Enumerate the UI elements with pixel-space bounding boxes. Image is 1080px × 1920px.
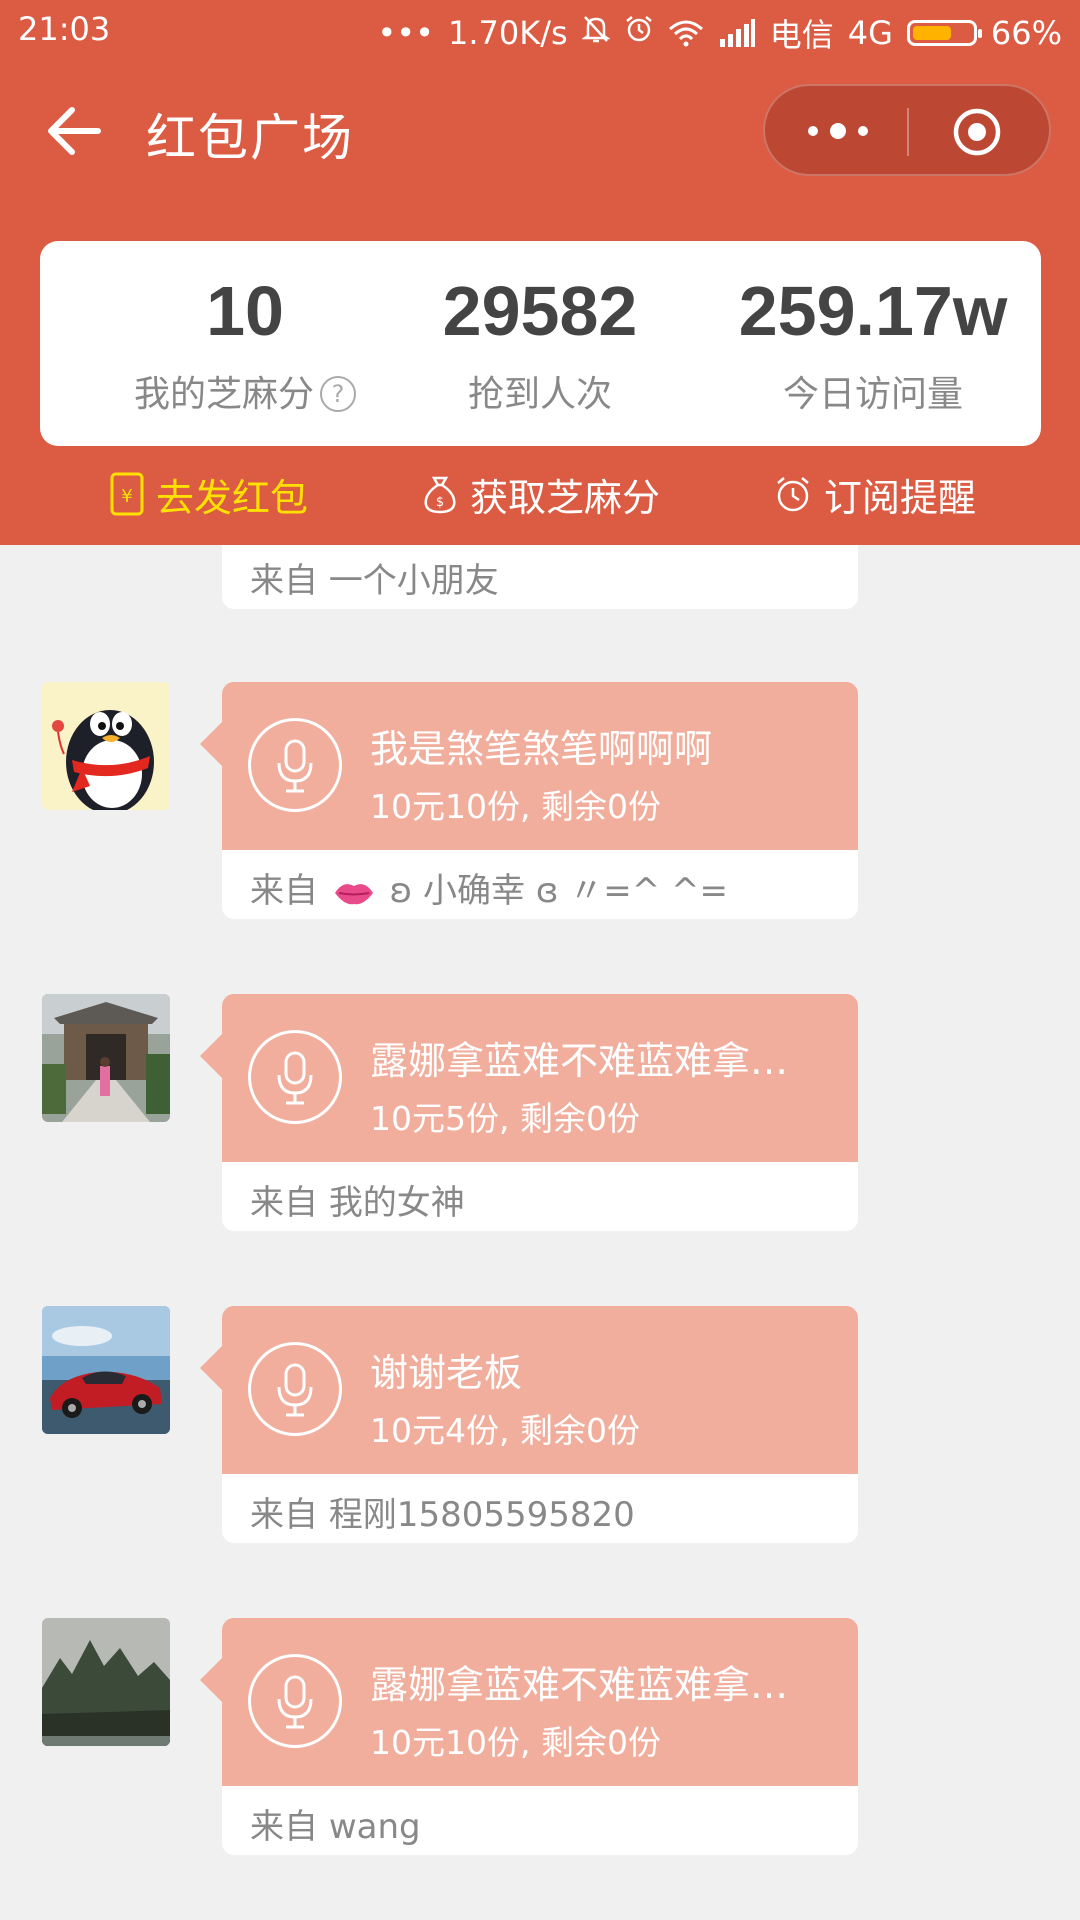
- stat-sesame-score[interactable]: 10 我的芝麻分?: [80, 271, 410, 417]
- mute-bell-icon: [580, 14, 611, 52]
- action-label: 获取芝麻分: [470, 475, 661, 520]
- more-icon[interactable]: [803, 116, 873, 146]
- card-arrow: [200, 722, 222, 766]
- card-from: 来自 ʚ 小确幸 ɞ 〃=^ ^=: [250, 863, 728, 912]
- card-arrow: [200, 1346, 222, 1390]
- card-title: 露娜拿蓝难不难蓝难拿…: [370, 1663, 789, 1707]
- stat-label: 我的芝麻分?: [80, 365, 410, 417]
- stats-card: 10 我的芝麻分? 29582 抢到人次 259.17w 今日访问量: [40, 241, 1041, 446]
- microphone-icon: [248, 718, 342, 812]
- list-item: 我是煞笔煞笔啊啊啊 10元10份, 剩余0份 来自 ʚ 小确幸 ɞ 〃=^ ^=: [0, 682, 1080, 922]
- stat-value: 29582: [442, 272, 638, 350]
- stat-value: 259.17w: [738, 272, 1008, 350]
- card-from: 来自 一个小朋友: [250, 561, 499, 601]
- from-name: 我的女神: [328, 1183, 465, 1223]
- list-item: 谢谢老板 10元4份, 剩余0份 来自 程刚15805595820: [0, 1306, 1080, 1546]
- card-top: 谢谢老板 10元4份, 剩余0份: [222, 1306, 858, 1474]
- from-prefix: 来自: [250, 871, 318, 911]
- card-bottom: 来自 ʚ 小确幸 ɞ 〃=^ ^=: [222, 850, 858, 919]
- microphone-icon: [248, 1342, 342, 1436]
- send-red-packet-button[interactable]: ¥ 去发红包: [110, 466, 308, 522]
- card-subtitle: 10元4份, 剩余0份: [370, 1411, 640, 1450]
- microphone-icon: [248, 1030, 342, 1124]
- status-dots: •••: [377, 14, 435, 52]
- from-name: 程刚15805595820: [328, 1495, 635, 1535]
- card-bottom: 来自 wang: [222, 1786, 858, 1855]
- stat-label-text: 我的芝麻分: [133, 374, 314, 415]
- alarm-icon: [624, 14, 654, 52]
- card-subtitle: 10元10份, 剩余0份: [370, 787, 661, 826]
- card-title: 我是煞笔煞笔啊啊啊: [370, 727, 713, 771]
- help-icon[interactable]: ?: [320, 376, 356, 412]
- alarm-clock-icon: [777, 477, 809, 512]
- capsule-divider: [907, 108, 909, 156]
- svg-text:¥: ¥: [121, 486, 132, 507]
- red-packet-card[interactable]: 谢谢老板 10元4份, 剩余0份 来自 程刚15805595820: [200, 1306, 858, 1543]
- card-arrow: [200, 1034, 222, 1078]
- money-bag-icon: $: [424, 476, 456, 514]
- stat-grab-count: 29582 抢到人次: [375, 271, 705, 417]
- stat-value: 10: [206, 272, 284, 350]
- from-name: wang: [328, 1807, 421, 1847]
- battery-icon: [906, 20, 982, 46]
- action-label: 订阅提醒: [824, 475, 977, 520]
- penguin-avatar[interactable]: [42, 682, 170, 810]
- card-from: 来自 我的女神: [250, 1175, 465, 1224]
- from-name: ʚ 小确幸 ɞ 〃=^ ^=: [389, 871, 728, 911]
- wifi-icon: [668, 19, 704, 47]
- red-packet-card[interactable]: 露娜拿蓝难不难蓝难拿… 10元10份, 剩余0份 来自 wang: [200, 1618, 858, 1855]
- card-top: 露娜拿蓝难不难蓝难拿… 10元5份, 剩余0份: [222, 994, 858, 1162]
- battery-percent: 66%: [990, 14, 1062, 52]
- from-prefix: 来自: [250, 1807, 318, 1847]
- action-label: 去发红包: [156, 475, 309, 520]
- lips-icon: [334, 883, 373, 904]
- red-packet-card[interactable]: 露娜拿蓝难不难蓝难拿… 10元5份, 剩余0份 来自 我的女神: [200, 994, 858, 1231]
- page-title: 红包广场: [146, 109, 354, 167]
- net-speed: 1.70K/s: [448, 14, 568, 52]
- get-sesame-score-button[interactable]: $ 获取芝麻分: [422, 466, 660, 522]
- microphone-icon: [248, 1654, 342, 1748]
- header: 21:03 ••• 1.70K/s 电信 4G 66% 红包广场 10 我的芝麻…: [0, 0, 1080, 545]
- from-prefix: 来自: [250, 1183, 318, 1223]
- signal-icon: [718, 19, 756, 47]
- card-title: 露娜拿蓝难不难蓝难拿…: [370, 1039, 789, 1083]
- card-subtitle: 10元5份, 剩余0份: [370, 1099, 640, 1138]
- card-top: 露娜拿蓝难不难蓝难拿… 10元10份, 剩余0份: [222, 1618, 858, 1786]
- courtyard-photo-avatar[interactable]: [42, 994, 170, 1122]
- status-icons: ••• 1.70K/s 电信 4G 66%: [377, 10, 1062, 56]
- svg-text:$: $: [436, 495, 444, 510]
- red-packet-card[interactable]: 我是煞笔煞笔啊啊啊 10元10份, 剩余0份 来自 ʚ 小确幸 ɞ 〃=^ ^=: [200, 682, 858, 919]
- mountain-photo-avatar[interactable]: [42, 1618, 170, 1746]
- red-car-photo-avatar[interactable]: [42, 1306, 170, 1434]
- list-item: 露娜拿蓝难不难蓝难拿… 10元10份, 剩余0份 来自 wang: [0, 1618, 1080, 1858]
- card-from: 来自 wang: [250, 1799, 421, 1848]
- network-label: 4G: [847, 14, 893, 52]
- arrow-left-icon[interactable]: [46, 106, 102, 156]
- stat-visits: 259.17w 今日访问量: [708, 271, 1038, 417]
- card-arrow: [200, 1658, 222, 1702]
- card-bottom: 来自 程刚15805595820: [222, 1474, 858, 1543]
- card-title: 谢谢老板: [370, 1351, 523, 1395]
- list-item: 露娜拿蓝难不难蓝难拿… 10元5份, 剩余0份 来自 我的女神: [0, 994, 1080, 1234]
- from-prefix: 来自: [250, 1495, 318, 1535]
- stat-label: 抢到人次: [467, 374, 612, 415]
- red-envelope-icon: ¥: [110, 472, 144, 516]
- status-bar: 21:03 ••• 1.70K/s 电信 4G 66%: [0, 0, 1080, 62]
- stat-label: 今日访问量: [782, 374, 963, 415]
- partial-card[interactable]: 来自 一个小朋友: [222, 545, 858, 609]
- card-subtitle: 10元10份, 剩余0份: [370, 1723, 661, 1762]
- carrier-label: 电信: [769, 16, 834, 54]
- mini-program-capsule: [763, 84, 1051, 176]
- status-time: 21:03: [18, 10, 111, 48]
- subscribe-reminder-button[interactable]: 订阅提醒: [774, 466, 976, 522]
- card-from: 来自 程刚15805595820: [250, 1487, 635, 1536]
- battery-fill: [912, 26, 952, 40]
- card-bottom: 来自 我的女神: [222, 1162, 858, 1231]
- card-top: 我是煞笔煞笔啊啊啊 10元10份, 剩余0份: [222, 682, 858, 850]
- target-icon[interactable]: [953, 108, 1001, 156]
